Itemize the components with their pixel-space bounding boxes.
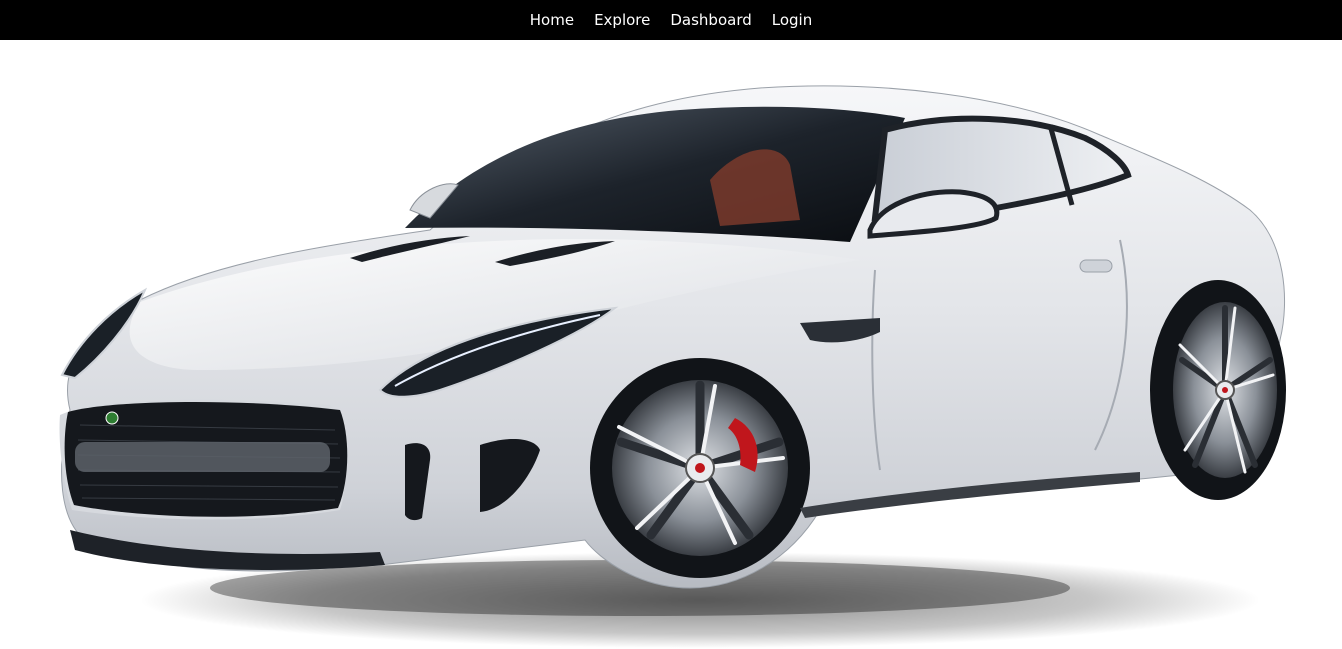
nav-link-explore[interactable]: Explore: [594, 0, 650, 40]
nav-link-home[interactable]: Home: [530, 0, 574, 40]
top-navigation-bar: Home Explore Dashboard Login: [0, 0, 1342, 40]
nav-link-dashboard[interactable]: Dashboard: [670, 0, 751, 40]
rear-wheel: [1150, 280, 1286, 500]
hero-section: [0, 40, 1342, 649]
hero-car-image: [59, 85, 1286, 648]
nav-link-login[interactable]: Login: [772, 0, 812, 40]
front-wheel: [590, 358, 810, 578]
